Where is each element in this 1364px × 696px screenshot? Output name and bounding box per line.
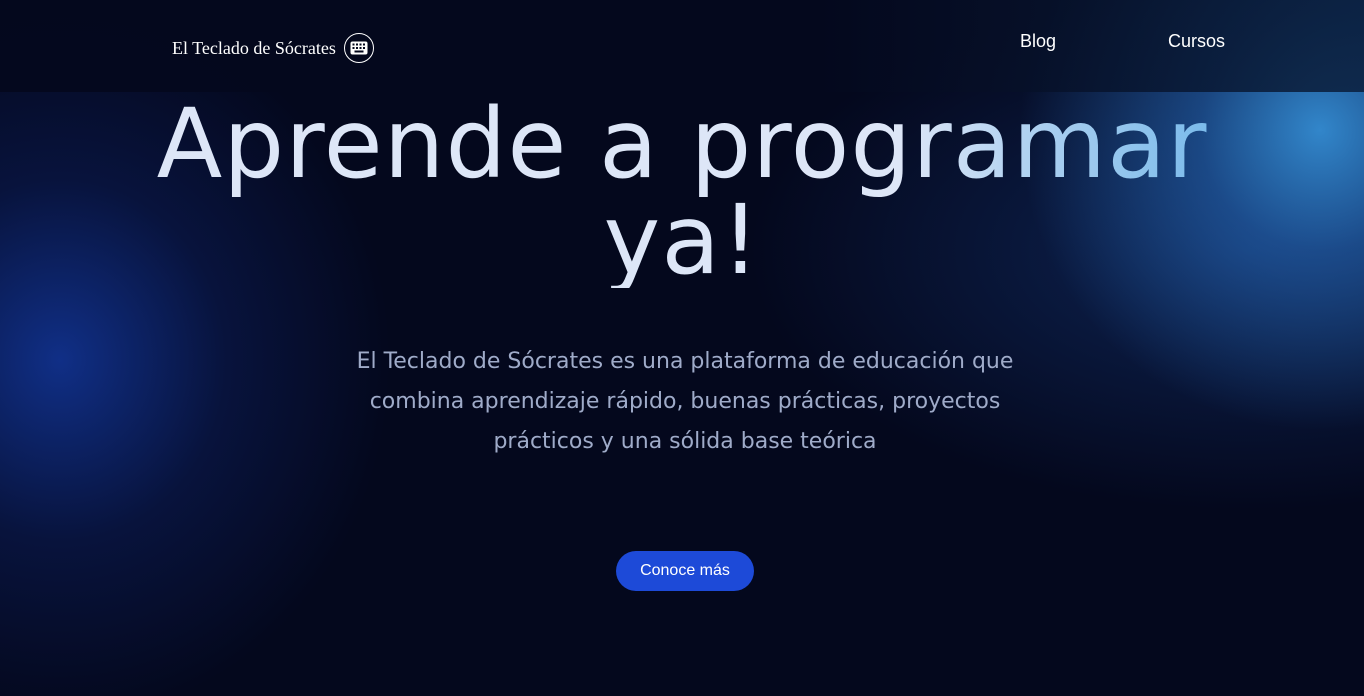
conoce-mas-button[interactable]: Conoce más <box>616 551 754 591</box>
keyboard-icon <box>343 33 374 63</box>
landing-page: El Teclado de Sócrates Blog Cursos Apren… <box>0 0 1364 696</box>
nav-link-blog[interactable]: Blog <box>1020 31 1056 52</box>
site-logo[interactable]: El Teclado de Sócrates <box>172 33 374 63</box>
logo-text: El Teclado de Sócrates <box>172 37 336 58</box>
site-header: El Teclado de Sócrates Blog Cursos <box>0 0 1364 92</box>
hero-title: Aprende a programar ya! <box>132 96 1232 288</box>
nav-link-cursos[interactable]: Cursos <box>1168 31 1225 52</box>
hero-description: El Teclado de Sócrates es una plataforma… <box>356 349 1014 454</box>
